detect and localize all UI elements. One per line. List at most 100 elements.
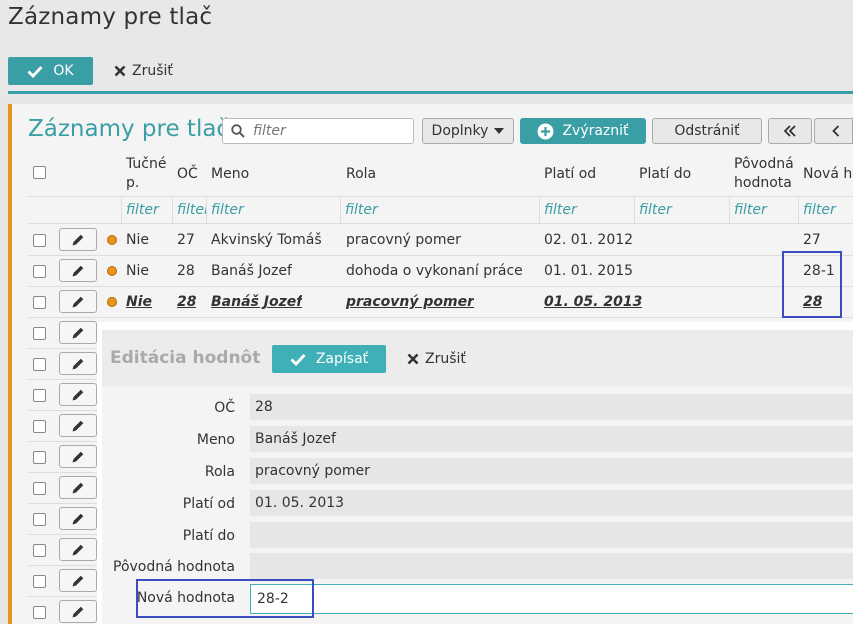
filter-meno[interactable]: filter — [207, 197, 341, 224]
save-button[interactable]: Zapísať — [272, 345, 386, 373]
row-checkbox[interactable] — [33, 234, 46, 247]
field-plati-od: Platí od 01. 05. 2013 — [102, 490, 853, 518]
field-plati-od-value: 01. 05. 2013 — [250, 490, 853, 516]
filter-plati-od[interactable]: filter — [540, 197, 635, 224]
col-header-oc[interactable]: OČ — [177, 165, 198, 184]
col-header-povodna[interactable]: Pôvodná hodnota — [734, 155, 796, 193]
doplnky-dropdown[interactable]: Doplnky — [422, 118, 514, 144]
filter-povodna[interactable]: filter — [730, 197, 799, 224]
field-plati-do-label: Platí do — [182, 528, 235, 544]
row-checkbox[interactable] — [33, 606, 46, 619]
pencil-icon — [72, 420, 84, 431]
header-divider — [8, 91, 853, 94]
col-header-plati-do[interactable]: Platí do — [639, 165, 691, 184]
cancel-button[interactable]: Zrušiť — [114, 57, 173, 85]
table-row[interactable] — [28, 473, 101, 504]
check-icon — [290, 353, 306, 366]
filter-row: filter filter filter filter filter filte… — [28, 196, 853, 224]
edit-row-button[interactable] — [59, 414, 97, 437]
filter-plati-do[interactable]: filter — [635, 197, 730, 224]
close-icon — [407, 353, 419, 365]
odstranit-label: Odstrániť — [674, 123, 740, 139]
search-box[interactable] — [222, 118, 414, 144]
table-row[interactable] — [28, 504, 101, 535]
col-header-tucne[interactable]: Tučné p. — [126, 155, 174, 193]
dialog-cancel-button[interactable]: Zrušiť — [407, 345, 466, 373]
table-row[interactable] — [28, 380, 101, 411]
edit-row-button[interactable] — [59, 476, 97, 499]
col-header-rola[interactable]: Rola — [346, 165, 376, 184]
filter-tucne[interactable]: filter — [122, 197, 173, 224]
edit-row-button[interactable] — [59, 445, 97, 468]
row-checkbox[interactable] — [33, 296, 46, 309]
pencil-icon — [72, 265, 84, 276]
zvyraznit-button[interactable]: Zvýrazniť — [520, 118, 646, 144]
cell-meno: Banáš Jozef — [211, 294, 303, 310]
filter-oc[interactable]: filter — [173, 197, 207, 224]
edit-row-button[interactable] — [59, 290, 97, 313]
row-checkbox[interactable] — [33, 451, 46, 464]
first-page-button[interactable] — [768, 118, 812, 144]
cell-tucne: Nie — [126, 294, 153, 310]
field-oc-value: 28 — [250, 394, 853, 420]
cell-nova: 27 — [803, 232, 821, 248]
edit-row-button[interactable] — [59, 569, 97, 592]
row-checkbox[interactable] — [33, 420, 46, 433]
table-row[interactable]: Nie 28 Banáš Jozef dohoda o vykonaní prá… — [28, 256, 853, 287]
table-row[interactable] — [28, 411, 101, 442]
row-checkbox[interactable] — [33, 544, 46, 557]
cell-rola: pracovný pomer — [346, 294, 475, 310]
row-checkbox[interactable] — [33, 265, 46, 278]
col-header-nova[interactable]: Nová hodnota — [803, 165, 853, 184]
filter-nova[interactable]: filter — [799, 197, 853, 224]
table-row[interactable]: Nie 27 Akvinský Tomáš pracovný pomer 02.… — [28, 225, 853, 256]
ok-button[interactable]: OK — [8, 57, 93, 85]
doplnky-label: Doplnky — [431, 123, 489, 139]
status-dot — [107, 297, 117, 307]
edit-row-button[interactable] — [59, 352, 97, 375]
edit-row-button[interactable] — [59, 507, 97, 530]
table-row-selected[interactable]: Nie 28 Banáš Jozef pracovný pomer 01. 05… — [28, 287, 853, 318]
cell-nova: 28-1 — [803, 263, 835, 279]
zvyraznit-label: Zvýrazniť — [562, 123, 629, 139]
chevron-left-icon — [832, 125, 840, 137]
edit-row-button[interactable] — [59, 383, 97, 406]
edit-row-button[interactable] — [59, 321, 97, 344]
pencil-icon — [72, 451, 84, 462]
edit-row-button[interactable] — [59, 600, 97, 623]
odstranit-button[interactable]: Odstrániť — [652, 118, 762, 144]
table-row[interactable] — [28, 535, 101, 566]
search-input[interactable] — [253, 123, 403, 139]
table-row[interactable] — [28, 597, 101, 624]
filter-rola[interactable]: filter — [341, 197, 540, 224]
search-icon — [231, 124, 245, 138]
cell-tucne: Nie — [126, 263, 149, 279]
col-header-meno[interactable]: Meno — [211, 165, 249, 184]
field-povodna-value[interactable] — [250, 553, 853, 579]
field-povodna: Pôvodná hodnota — [102, 553, 853, 581]
table-row[interactable] — [28, 566, 101, 597]
pencil-icon — [72, 327, 84, 338]
edit-row-button[interactable] — [59, 228, 97, 251]
row-checkbox[interactable] — [33, 513, 46, 526]
row-checkbox[interactable] — [33, 575, 46, 588]
edit-row-button[interactable] — [59, 259, 97, 282]
select-all-checkbox[interactable] — [33, 166, 46, 179]
row-checkbox[interactable] — [33, 327, 46, 340]
row-checkbox[interactable] — [33, 482, 46, 495]
cell-plati-od: 02. 01. 2012 — [544, 232, 634, 248]
pencil-icon — [72, 606, 84, 617]
row-checkbox[interactable] — [33, 389, 46, 402]
edit-row-button[interactable] — [59, 538, 97, 561]
cell-tucne: Nie — [126, 232, 149, 248]
prev-page-button[interactable] — [814, 118, 853, 144]
field-nova-input[interactable] — [250, 584, 853, 614]
table-header: Tučné p. OČ Meno Rola Platí od Platí do … — [28, 152, 853, 196]
table-row[interactable] — [28, 442, 101, 473]
cell-oc: 27 — [177, 232, 195, 248]
table-row[interactable] — [28, 349, 101, 380]
row-checkbox[interactable] — [33, 358, 46, 371]
table-row[interactable] — [28, 318, 101, 349]
col-header-plati-od[interactable]: Platí od — [544, 165, 596, 184]
edit-dialog: Editácia hodnôt Zapísať Zrušiť OČ 28 Men… — [97, 322, 853, 624]
